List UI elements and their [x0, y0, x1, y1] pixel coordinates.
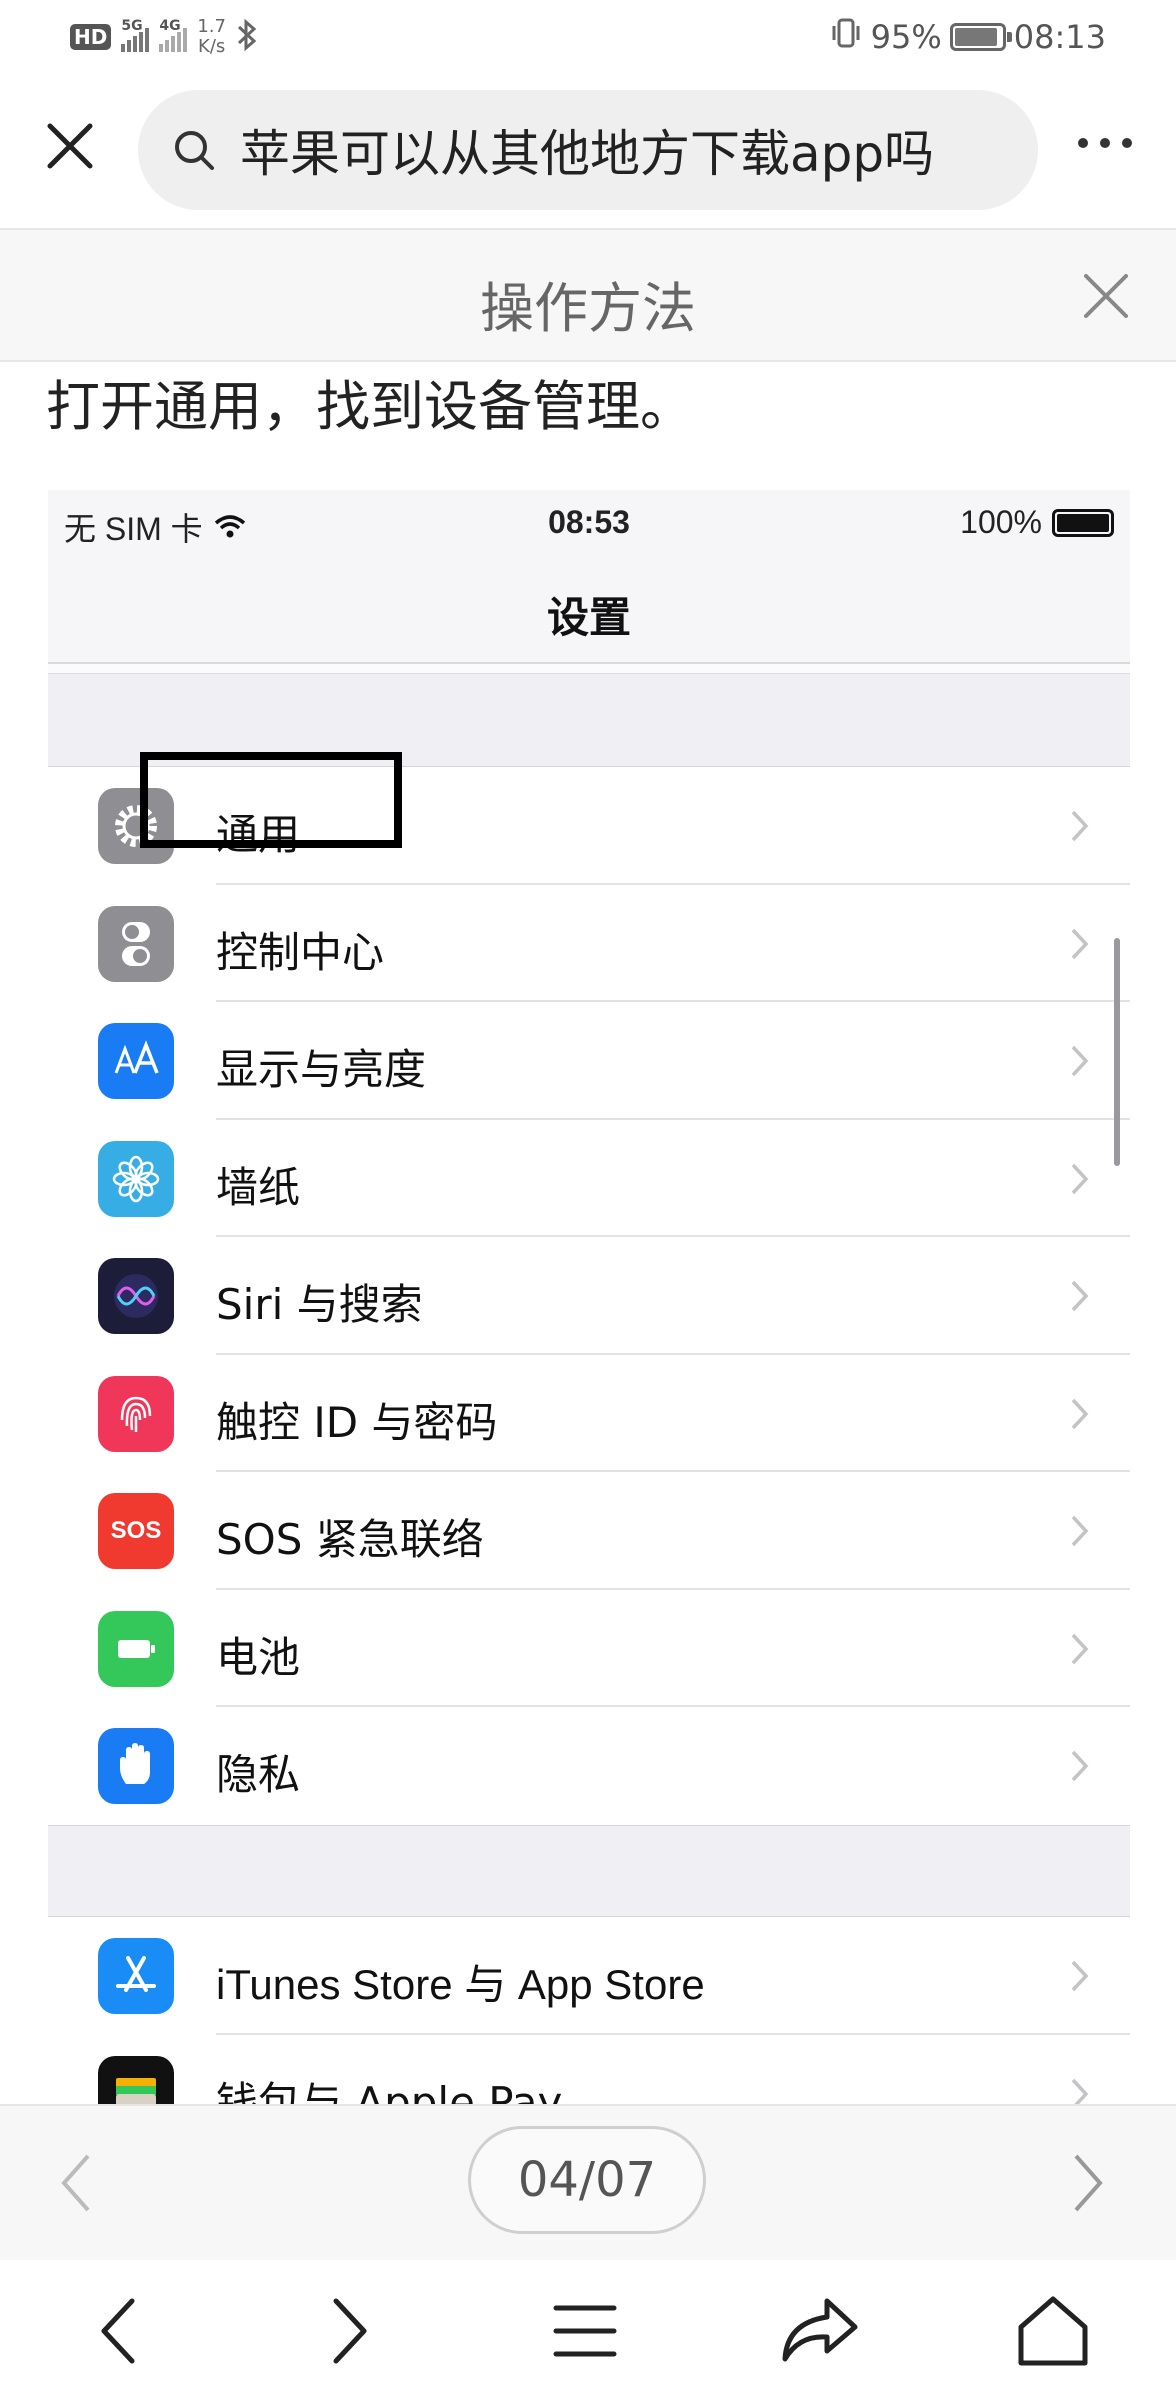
method-header: 操作方法 — [0, 228, 1176, 362]
settings-row-control-center[interactable]: 控制中心 — [48, 885, 1130, 1002]
settings-row-touch-id[interactable]: 触控 ID 与密码 — [48, 1355, 1130, 1472]
status-bar: HD 5G 4G 1.7 K/s 95% 08:13 — [0, 0, 1176, 78]
settings-title: 设置 — [546, 593, 631, 642]
ios-nav-bar: 设置 — [48, 554, 1130, 664]
scroll-indicator — [1114, 938, 1120, 1166]
ios-status-bar: 无 SIM 卡 08:53 100% — [48, 490, 1130, 554]
hd-badge: HD — [70, 24, 112, 50]
browser-top-bar: 苹果可以从其他地方下载app吗 — [0, 78, 1176, 228]
search-query: 苹果可以从其他地方下载app吗 — [240, 125, 935, 183]
chevron-right-icon — [1071, 1280, 1089, 1312]
row-label: Siri 与搜索 — [216, 1280, 423, 1329]
settings-row-battery[interactable]: 电池 — [48, 1590, 1130, 1707]
chevron-right-icon — [1071, 1750, 1089, 1782]
chevron-right-icon — [1071, 1045, 1089, 1077]
bottom-toolbar — [0, 2260, 1176, 2400]
ios-battery-icon — [1052, 508, 1114, 537]
chevron-right-icon — [1071, 1398, 1089, 1429]
sim2-network-tag: 4G — [159, 18, 181, 34]
settings-group-2: iTunes Store 与 App Store 钱包与 Apple Pay — [48, 1916, 1130, 2104]
battery-icon — [949, 23, 1012, 51]
ios-battery-percent: 100% — [960, 504, 1042, 540]
step-pager: 04/07 — [0, 2104, 1176, 2260]
chevron-right-icon — [1071, 1163, 1089, 1194]
wallet-icon — [98, 2055, 174, 2104]
prev-step-icon[interactable] — [56, 2148, 96, 2222]
search-icon — [175, 131, 214, 170]
row-label: SOS 紧急联络 — [216, 1515, 484, 1564]
step-instruction: 打开通用，找到设备管理。 — [46, 375, 694, 438]
chevron-right-icon — [1071, 928, 1089, 959]
close-method-icon[interactable] — [1080, 270, 1132, 322]
hand-icon — [98, 1728, 174, 1804]
signal-icon-sim1: 5G — [121, 18, 150, 52]
row-label: 墙纸 — [216, 1162, 301, 1212]
chevron-right-icon — [1071, 2078, 1089, 2104]
row-label: 电池 — [216, 1632, 301, 1682]
chevron-right-icon — [1071, 1960, 1089, 1992]
bluetooth-icon — [236, 18, 258, 56]
row-label: iTunes Store 与 App Store — [216, 1961, 705, 2008]
search-bar[interactable]: 苹果可以从其他地方下载app吗 — [138, 90, 1038, 210]
vibrate-icon — [829, 16, 863, 58]
sos-icon: SOS — [98, 1493, 174, 1569]
settings-row-siri[interactable]: Siri 与搜索 — [48, 1237, 1130, 1355]
sim1-network-tag: 5G — [121, 18, 143, 34]
status-left-group: HD 5G 4G 1.7 K/s — [70, 14, 258, 60]
method-title: 操作方法 — [480, 277, 696, 340]
menu-icon[interactable] — [540, 2286, 630, 2376]
settings-row-app-store[interactable]: iTunes Store 与 App Store — [48, 1917, 1130, 2035]
row-label: 控制中心 — [216, 927, 385, 977]
close-icon[interactable] — [40, 116, 100, 176]
settings-row-wallet[interactable]: 钱包与 Apple Pay — [48, 2035, 1130, 2105]
network-speed-value: 1.7 — [197, 16, 226, 37]
toggles-icon — [98, 905, 174, 982]
settings-row-privacy[interactable]: 隐私 — [48, 1707, 1130, 1825]
signal-icon-sim2: 4G — [159, 18, 188, 52]
status-right-group: 95% 08:13 — [829, 14, 1106, 60]
network-speed: 1.7 K/s — [197, 17, 226, 57]
settings-row-display[interactable]: 显示与亮度 — [48, 1002, 1130, 1120]
aa-icon — [98, 1023, 174, 1099]
step-screenshot: 无 SIM 卡 08:53 100% 设置 通用 控制中心 显示与亮度 墙纸 S… — [48, 490, 1130, 2104]
share-icon[interactable] — [774, 2286, 864, 2376]
battery-percent: 95% — [870, 18, 942, 56]
more-options-icon[interactable] — [1078, 138, 1132, 148]
row-label: 隐私 — [216, 1750, 301, 1799]
home-icon[interactable] — [1008, 2286, 1098, 2376]
flower-icon — [98, 1140, 174, 1217]
step-indicator: 04/07 — [468, 2126, 706, 2234]
chevron-right-icon — [1071, 810, 1089, 842]
sos-icon-text: SOS — [110, 1517, 162, 1544]
settings-row-sos[interactable]: SOS SOS 紧急联络 — [48, 1472, 1130, 1590]
chevron-right-icon — [1071, 1515, 1089, 1547]
forward-icon[interactable] — [306, 2286, 396, 2376]
siri-icon — [98, 1258, 174, 1334]
battery-icon — [98, 1610, 174, 1687]
settings-row-wallpaper[interactable]: 墙纸 — [48, 1120, 1130, 1237]
row-label: 钱包与 Apple Pay — [216, 2077, 563, 2105]
next-step-icon[interactable] — [1068, 2148, 1108, 2222]
status-time: 08:13 — [1013, 18, 1106, 56]
fingerprint-icon — [98, 1375, 174, 1452]
app-store-icon — [98, 1938, 174, 2014]
chevron-right-icon — [1071, 1633, 1089, 1664]
row-label: 显示与亮度 — [216, 1045, 427, 1094]
row-label: 触控 ID 与密码 — [216, 1397, 498, 1447]
back-icon[interactable] — [72, 2286, 162, 2376]
network-speed-unit: K/s — [198, 36, 226, 57]
highlight-box — [140, 752, 402, 848]
settings-group-1: 通用 控制中心 显示与亮度 墙纸 Siri 与搜索 触控 ID 与密码 SOS … — [48, 766, 1130, 1826]
list-band — [48, 664, 1130, 674]
